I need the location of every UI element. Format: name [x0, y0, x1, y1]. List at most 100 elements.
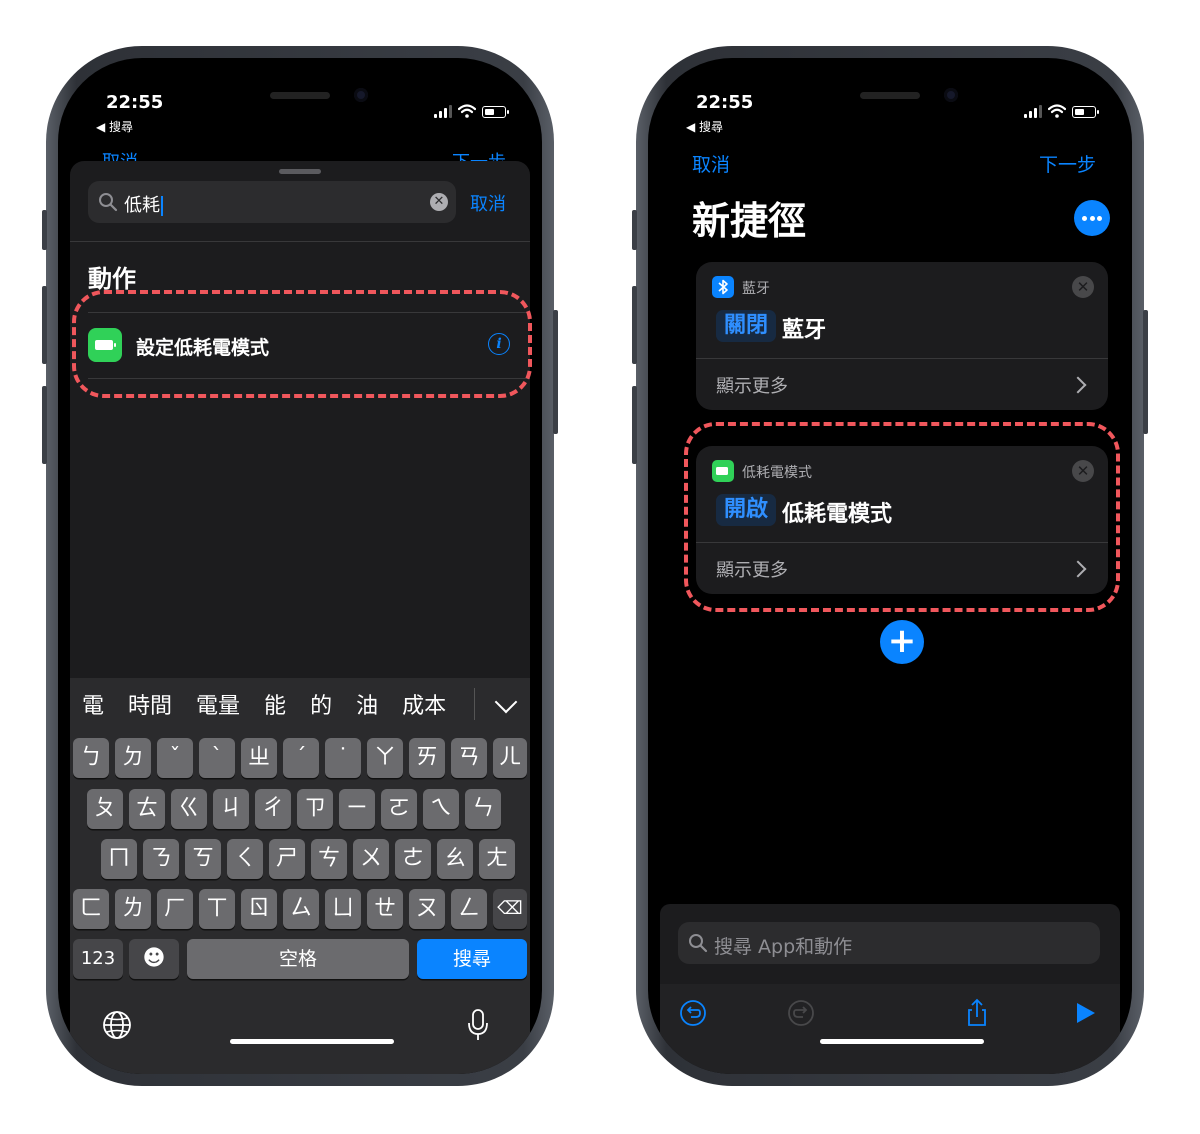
- key[interactable]: ˙: [325, 738, 361, 778]
- key[interactable]: ㄒ: [199, 889, 235, 929]
- key[interactable]: ㄞ: [409, 738, 445, 778]
- globe-icon[interactable]: [102, 1010, 132, 1040]
- key[interactable]: ˋ: [199, 738, 235, 778]
- undo-icon[interactable]: [678, 998, 708, 1028]
- wifi-icon: [458, 104, 476, 118]
- key[interactable]: ㄝ: [367, 889, 403, 929]
- sheet-grabber[interactable]: [279, 169, 321, 174]
- more-options-icon[interactable]: [1074, 200, 1110, 236]
- numbers-key[interactable]: 123: [73, 939, 123, 979]
- search-input[interactable]: 低耗 ✕: [88, 181, 456, 223]
- key[interactable]: ㄎ: [185, 839, 221, 879]
- cancel-button[interactable]: 取消: [692, 150, 730, 177]
- key[interactable]: ㄆ: [87, 789, 123, 829]
- key[interactable]: ㄌ: [115, 889, 151, 929]
- search-apps-actions-input[interactable]: 搜尋 App和動作: [678, 922, 1100, 964]
- key[interactable]: ㄥ: [451, 889, 487, 929]
- candidate-word[interactable]: 時間: [116, 688, 184, 720]
- earpiece: [270, 92, 330, 99]
- card-app-name: 藍牙: [742, 281, 770, 297]
- key[interactable]: ㄣ: [465, 789, 501, 829]
- cellular-signal-icon: [1024, 105, 1042, 118]
- key[interactable]: ㄟ: [423, 789, 459, 829]
- key[interactable]: ㄖ: [241, 889, 277, 929]
- wifi-icon: [1048, 104, 1066, 118]
- card-body: 藍牙 ✕ 關閉 藍牙: [696, 262, 1108, 358]
- key[interactable]: ㄑ: [227, 839, 263, 879]
- key[interactable]: ㄅ: [73, 738, 109, 778]
- key[interactable]: ㄠ: [437, 839, 473, 879]
- power-button: [553, 310, 558, 434]
- text-caret: [161, 196, 163, 216]
- key[interactable]: ㄐ: [213, 789, 249, 829]
- share-icon[interactable]: [962, 998, 992, 1028]
- mute-switch: [42, 210, 47, 250]
- next-step-button[interactable]: 下一步: [1039, 150, 1096, 177]
- home-indicator[interactable]: [230, 1039, 394, 1044]
- key[interactable]: ㄍ: [171, 789, 207, 829]
- key[interactable]: ㄦ: [493, 738, 527, 778]
- add-action-button[interactable]: +: [880, 620, 924, 664]
- highlight-box: [72, 290, 532, 398]
- key[interactable]: ㄋ: [143, 839, 179, 879]
- status-icons: [434, 104, 509, 118]
- key[interactable]: ㄘ: [311, 839, 347, 879]
- candidate-word[interactable]: 電量: [184, 688, 252, 720]
- key[interactable]: ㄙ: [283, 889, 319, 929]
- key[interactable]: ㄔ: [255, 789, 291, 829]
- battery-icon: [482, 106, 509, 118]
- back-to-search-link[interactable]: ◀ 搜尋: [96, 118, 133, 135]
- candidate-word[interactable]: 油: [344, 688, 390, 720]
- key[interactable]: ㄡ: [409, 889, 445, 929]
- candidate-word[interactable]: 電: [70, 688, 116, 720]
- key[interactable]: ㄗ: [297, 789, 333, 829]
- key[interactable]: ㄧ: [339, 789, 375, 829]
- key[interactable]: ˊ: [283, 738, 319, 778]
- right-screen: 22:55 ◀ 搜尋 取消 下一步 新捷徑 藍牙 ✕ 關閉 藍牙 顯示更多 低耗…: [648, 58, 1132, 1074]
- microphone-icon[interactable]: [466, 1008, 490, 1042]
- play-icon[interactable]: [1070, 998, 1100, 1028]
- key[interactable]: ㄇ: [101, 839, 137, 879]
- home-indicator[interactable]: [820, 1039, 984, 1044]
- key[interactable]: ㄢ: [451, 738, 487, 778]
- key[interactable]: ㄏ: [157, 889, 193, 929]
- volume-down-button: [42, 386, 47, 464]
- show-more-button[interactable]: 顯示更多: [716, 372, 788, 398]
- key[interactable]: ㄤ: [479, 839, 515, 879]
- key[interactable]: ˇ: [157, 738, 193, 778]
- key[interactable]: ㄕ: [269, 839, 305, 879]
- clear-search-icon[interactable]: ✕: [430, 193, 448, 211]
- candidate-word[interactable]: 能: [252, 688, 298, 720]
- key[interactable]: ㄨ: [353, 839, 389, 879]
- power-button: [1143, 310, 1148, 434]
- status-icons: [1024, 104, 1099, 118]
- key[interactable]: ㄩ: [325, 889, 361, 929]
- right-phone: 22:55 ◀ 搜尋 取消 下一步 新捷徑 藍牙 ✕ 關閉 藍牙 顯示更多 低耗…: [632, 46, 1148, 1086]
- delete-key[interactable]: ⌫: [493, 889, 527, 929]
- key[interactable]: ㄜ: [395, 839, 431, 879]
- space-key[interactable]: 空格: [187, 939, 409, 979]
- key[interactable]: ㄈ: [73, 889, 109, 929]
- search-cancel-button[interactable]: 取消: [470, 190, 506, 216]
- status-time: 22:55: [696, 92, 754, 113]
- search-query: 低耗: [124, 191, 163, 217]
- remove-action-icon[interactable]: ✕: [1072, 276, 1094, 298]
- emoji-key[interactable]: ☻: [129, 939, 179, 979]
- search-key[interactable]: 搜尋: [417, 939, 527, 979]
- key[interactable]: ㄚ: [367, 738, 403, 778]
- candidate-word[interactable]: 成本: [390, 688, 458, 720]
- back-to-search-link[interactable]: ◀ 搜尋: [686, 118, 723, 135]
- redo-icon[interactable]: [786, 998, 816, 1028]
- page-title: 新捷徑: [692, 199, 807, 243]
- bluetooth-state-token[interactable]: 關閉: [716, 310, 777, 342]
- key[interactable]: ㄓ: [241, 738, 277, 778]
- key[interactable]: ㄉ: [115, 738, 151, 778]
- key[interactable]: ㄛ: [381, 789, 417, 829]
- candidate-word[interactable]: 的: [298, 688, 344, 720]
- front-camera: [944, 88, 958, 102]
- left-screen: 22:55 ◀ 搜尋 取消 下一步 低耗 ✕: [58, 58, 542, 1074]
- key[interactable]: ㄊ: [129, 789, 165, 829]
- highlight-box: [684, 422, 1120, 612]
- chevron-right-icon: [1069, 376, 1087, 394]
- volume-down-button: [632, 386, 637, 464]
